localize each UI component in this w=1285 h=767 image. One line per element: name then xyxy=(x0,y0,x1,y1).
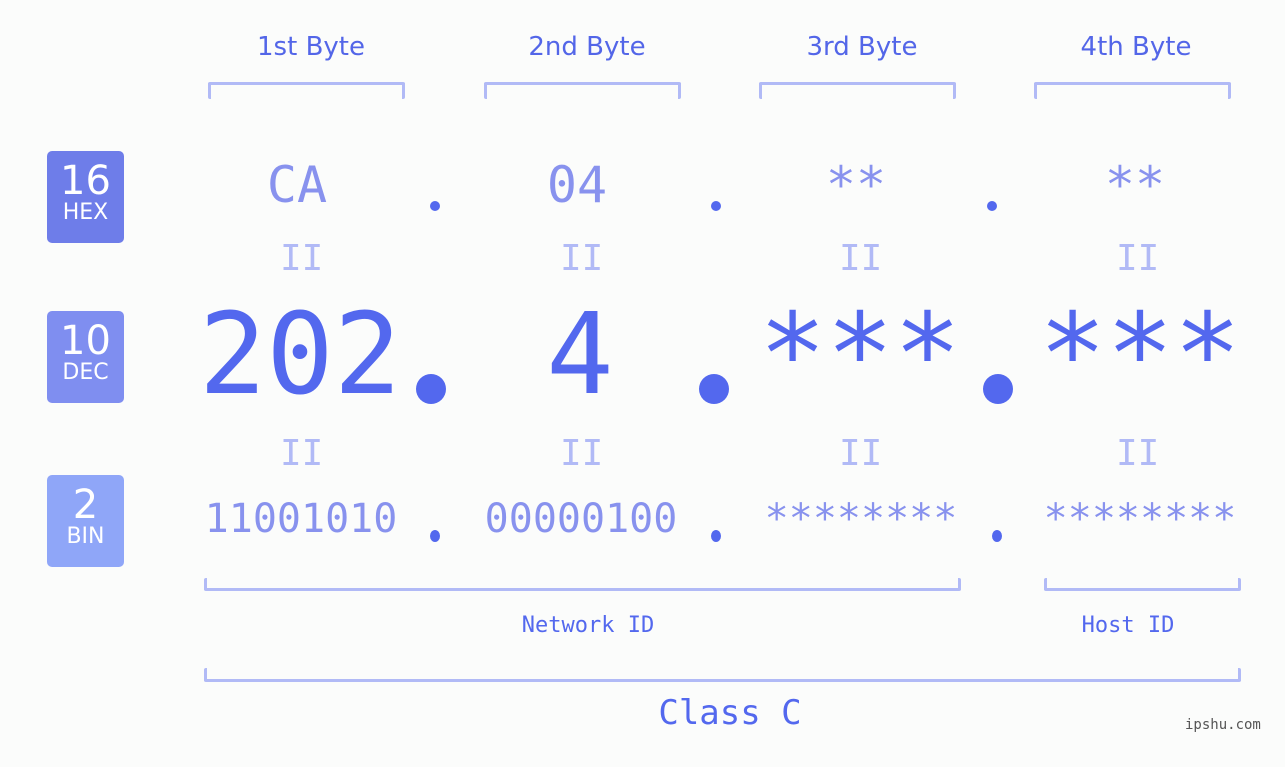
bin-dot-1 xyxy=(430,530,440,542)
equals-2: II xyxy=(560,238,604,279)
dec-value-4: *** xyxy=(1038,290,1242,420)
hex-value-1: CA xyxy=(266,156,328,214)
dec-value-1: 202 xyxy=(198,290,402,420)
hex-dot-3 xyxy=(987,201,997,211)
bin-label: BIN xyxy=(66,524,105,549)
hex-dot-2 xyxy=(711,201,721,211)
network-id-bracket xyxy=(204,578,961,591)
dec-dot-3 xyxy=(983,374,1013,404)
equals-5: II xyxy=(280,433,324,474)
byte-bracket-1 xyxy=(208,82,405,99)
hex-dot-1 xyxy=(430,201,440,211)
hex-value-3: ** xyxy=(825,156,887,214)
bin-dot-2 xyxy=(711,530,721,542)
hex-value-4: ** xyxy=(1104,156,1166,214)
bin-value-1: 11001010 xyxy=(204,496,398,542)
equals-6: II xyxy=(560,433,604,474)
host-id-bracket xyxy=(1044,578,1241,591)
equals-4: II xyxy=(1116,238,1160,279)
dec-base: 10 xyxy=(60,318,111,364)
bin-value-2: 00000100 xyxy=(484,496,678,542)
dec-dot-1 xyxy=(416,374,446,404)
bin-value-3: ******** xyxy=(764,496,958,542)
hex-base: 16 xyxy=(60,158,111,204)
byte-bracket-4 xyxy=(1034,82,1231,99)
network-id-label: Network ID xyxy=(521,613,655,638)
equals-3: II xyxy=(839,238,883,279)
dec-label: DEC xyxy=(62,360,109,385)
dec-value-2: 4 xyxy=(546,290,614,420)
class-bracket xyxy=(204,668,1241,682)
bin-badge: 2 BIN xyxy=(47,475,124,567)
equals-1: II xyxy=(280,238,324,279)
byte-bracket-3 xyxy=(759,82,956,99)
byte-bracket-2 xyxy=(484,82,681,99)
byte-label-2: 2nd Byte xyxy=(528,32,646,62)
dec-badge: 10 DEC xyxy=(47,311,124,403)
byte-label-3: 3rd Byte xyxy=(806,32,918,62)
hex-badge: 16 HEX xyxy=(47,151,124,243)
byte-label-1: 1st Byte xyxy=(257,32,365,62)
equals-7: II xyxy=(839,433,883,474)
bin-base: 2 xyxy=(72,482,99,528)
class-label: Class C xyxy=(658,693,802,733)
bin-dot-3 xyxy=(992,530,1002,542)
host-id-label: Host ID xyxy=(1081,613,1175,638)
dec-dot-2 xyxy=(699,374,729,404)
byte-label-4: 4th Byte xyxy=(1080,32,1192,62)
dec-value-3: *** xyxy=(758,290,962,420)
bin-value-4: ******** xyxy=(1043,496,1237,542)
hex-label: HEX xyxy=(62,200,109,225)
hex-value-2: 04 xyxy=(546,156,608,214)
equals-8: II xyxy=(1116,433,1160,474)
watermark: ipshu.com xyxy=(1185,717,1261,733)
